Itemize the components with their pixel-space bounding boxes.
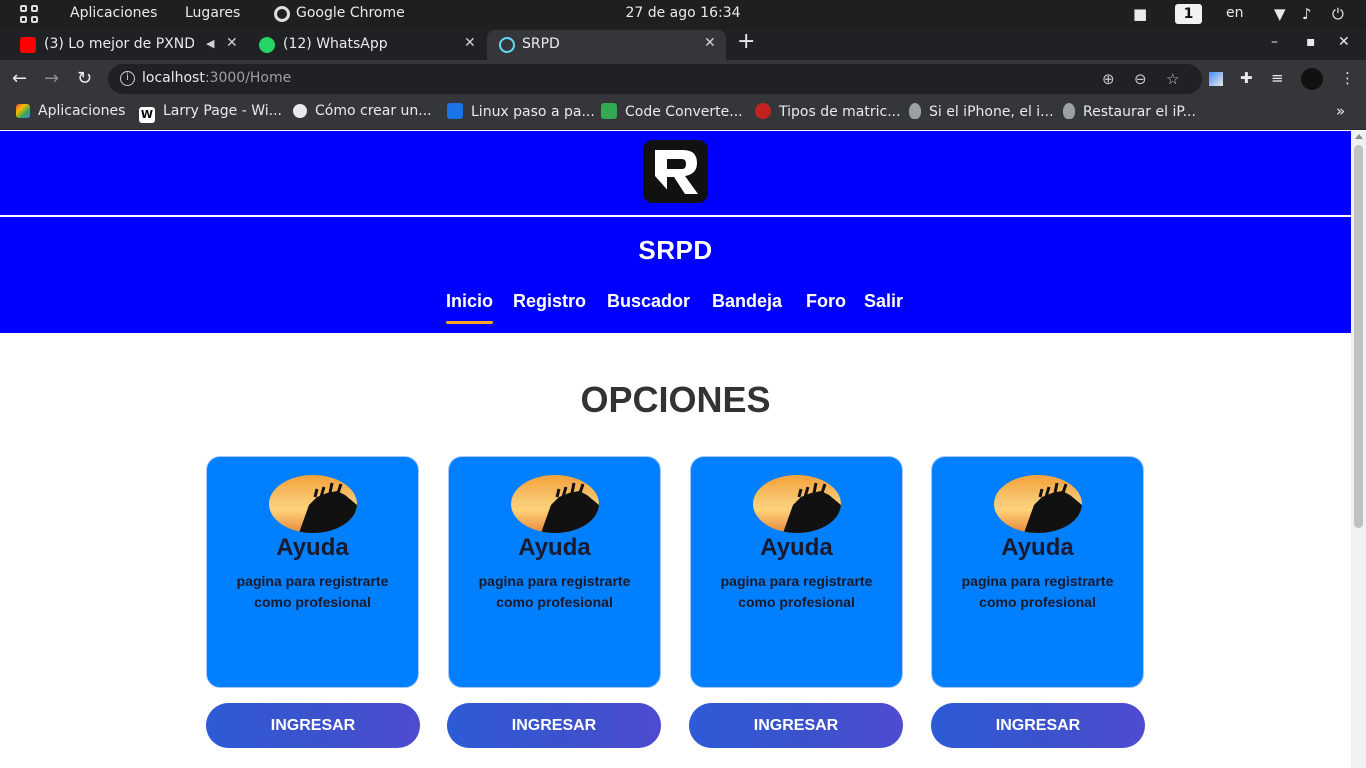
- nav-salir[interactable]: Salir: [864, 291, 903, 312]
- new-tab-button[interactable]: +: [737, 29, 755, 55]
- card-description: pagina para registrarte como profesional: [961, 573, 1114, 610]
- address-bar[interactable]: i localhost:3000/Home ⊕ ⊖ ☆: [108, 64, 1202, 94]
- option-card: Ayuda pagina para registrarte como profe…: [690, 456, 903, 688]
- bookmarks-bar: Aplicaciones W Larry Page - Wi... Cómo cr…: [0, 98, 1366, 130]
- close-window-button[interactable]: ✕: [1338, 34, 1350, 50]
- menu-kebab-icon[interactable]: ⋮: [1340, 69, 1355, 87]
- scroll-up-arrow-icon[interactable]: [1355, 134, 1363, 139]
- site-nav: SRPD Inicio Registro Buscador Bandeja Fo…: [0, 217, 1351, 333]
- apps-grid-icon: [16, 104, 30, 118]
- option-card: Ayuda pagina para registrarte como profe…: [206, 456, 419, 688]
- bookmark-aplicaciones[interactable]: Aplicaciones: [16, 103, 125, 119]
- web-page: SRPD Inicio Registro Buscador Bandeja Fo…: [0, 131, 1351, 768]
- scrollbar-thumb[interactable]: [1354, 145, 1363, 528]
- apple-icon: [909, 103, 921, 119]
- card-title: Ayuda: [276, 534, 349, 561]
- os-clock[interactable]: 27 de ago 16:34: [0, 5, 1366, 21]
- card-title: Ayuda: [518, 534, 591, 561]
- linux-site-icon: [447, 103, 463, 119]
- bookmark-tipos-matric[interactable]: Tipos de matric...: [755, 103, 901, 120]
- card-image: [511, 475, 599, 533]
- card-description: pagina para registrarte como profesional: [236, 573, 389, 610]
- nav-bandeja[interactable]: Bandeja: [712, 291, 782, 312]
- youtube-icon: [20, 37, 36, 53]
- nav-foro[interactable]: Foro: [806, 291, 846, 312]
- keyboard-language[interactable]: en: [1226, 5, 1244, 21]
- tab-label: (12) WhatsApp: [283, 36, 388, 52]
- bookmark-linux[interactable]: Linux paso a pa...: [447, 103, 595, 120]
- camera-icon: ■: [1133, 5, 1148, 23]
- tab-srpd[interactable]: SRPD ✕: [487, 30, 726, 60]
- page-scrollbar[interactable]: [1351, 131, 1366, 768]
- react-icon: [499, 37, 515, 53]
- workspace-indicator[interactable]: 1: [1175, 4, 1202, 24]
- bookmark-code-converter[interactable]: Code Converte...: [601, 103, 743, 120]
- tab-close-icon[interactable]: ✕: [226, 35, 238, 51]
- ingresar-button[interactable]: INGRESAR: [689, 703, 903, 748]
- power-icon[interactable]: ⏻: [1332, 5, 1344, 23]
- volume-icon[interactable]: ♪: [1302, 5, 1312, 23]
- os-top-bar: Aplicaciones Lugares Google Chrome 27 de…: [0, 0, 1366, 28]
- globe-icon: [293, 104, 307, 118]
- option-card: Ayuda pagina para registrarte como profe…: [931, 456, 1144, 688]
- media-controls-icon[interactable]: ≡: [1271, 69, 1284, 87]
- card-image: [753, 475, 841, 533]
- whatsapp-icon: [259, 37, 275, 53]
- tab-whatsapp[interactable]: (12) WhatsApp ✕: [246, 30, 486, 60]
- extensions-puzzle-icon[interactable]: ✚: [1240, 69, 1253, 87]
- bookmark-iphone[interactable]: Si el iPhone, el i...: [909, 103, 1054, 120]
- card-title: Ayuda: [1001, 534, 1074, 561]
- wifi-icon[interactable]: ▼: [1274, 5, 1286, 23]
- tab-label: SRPD: [522, 36, 560, 52]
- site-icon: [755, 103, 771, 119]
- site-logo[interactable]: [643, 140, 708, 203]
- profile-avatar[interactable]: [1301, 68, 1323, 90]
- install-app-icon[interactable]: ⊕: [1102, 70, 1115, 88]
- bookmark-como-crear[interactable]: Cómo crear un...: [293, 103, 432, 119]
- site-header: [0, 131, 1351, 216]
- option-card: Ayuda pagina para registrarte como profe…: [448, 456, 661, 688]
- nav-registro[interactable]: Registro: [513, 291, 586, 312]
- card-image: [994, 475, 1082, 533]
- wikipedia-icon: W: [139, 107, 155, 123]
- reload-icon[interactable]: ↻: [77, 68, 92, 89]
- site-brand: SRPD: [638, 235, 713, 265]
- bookmark-restaurar[interactable]: Restaurar el iP...: [1063, 103, 1196, 120]
- back-icon[interactable]: ←: [12, 68, 27, 89]
- nav-inicio[interactable]: Inicio: [446, 291, 494, 324]
- bookmark-star-icon[interactable]: ☆: [1166, 70, 1179, 88]
- card-image: [269, 475, 357, 533]
- more-bookmarks-icon[interactable]: »: [1336, 102, 1345, 120]
- tab-close-icon[interactable]: ✕: [464, 35, 476, 51]
- url-text[interactable]: localhost:3000/Home: [142, 70, 291, 86]
- maximize-button[interactable]: ▪: [1306, 34, 1316, 50]
- code-converter-icon: [601, 103, 617, 119]
- minimize-button[interactable]: –: [1271, 34, 1278, 50]
- tab-audio-muted-icon[interactable]: ◀: [206, 37, 214, 50]
- section-title: OPCIONES: [580, 379, 771, 420]
- tab-close-icon[interactable]: ✕: [704, 35, 716, 51]
- tab-label: (3) Lo mejor de PXNDX: [44, 36, 194, 52]
- card-description: pagina para registrarte como profesional: [720, 573, 873, 610]
- card-title: Ayuda: [760, 534, 833, 561]
- ingresar-button[interactable]: INGRESAR: [447, 703, 661, 748]
- site-info-icon[interactable]: i: [120, 71, 135, 86]
- zoom-icon[interactable]: ⊖: [1134, 70, 1147, 88]
- bookmark-larry-page[interactable]: W Larry Page - Wi...: [139, 103, 282, 123]
- ingresar-button[interactable]: INGRESAR: [931, 703, 1145, 748]
- apple-icon: [1063, 103, 1075, 119]
- browser-toolbar: ← → ↻ i localhost:3000/Home ⊕ ⊖ ☆ ✚ ≡ ⋮: [0, 60, 1366, 98]
- ingresar-button[interactable]: INGRESAR: [206, 703, 420, 748]
- forward-icon[interactable]: →: [44, 68, 59, 89]
- nav-buscador[interactable]: Buscador: [607, 291, 690, 312]
- extension-icon[interactable]: [1209, 72, 1223, 86]
- tab-strip: (3) Lo mejor de PXNDX ◀ ✕ (12) WhatsApp …: [0, 28, 1366, 60]
- card-description: pagina para registrarte como profesional: [478, 573, 631, 610]
- tab-youtube[interactable]: (3) Lo mejor de PXNDX ◀ ✕: [0, 30, 246, 60]
